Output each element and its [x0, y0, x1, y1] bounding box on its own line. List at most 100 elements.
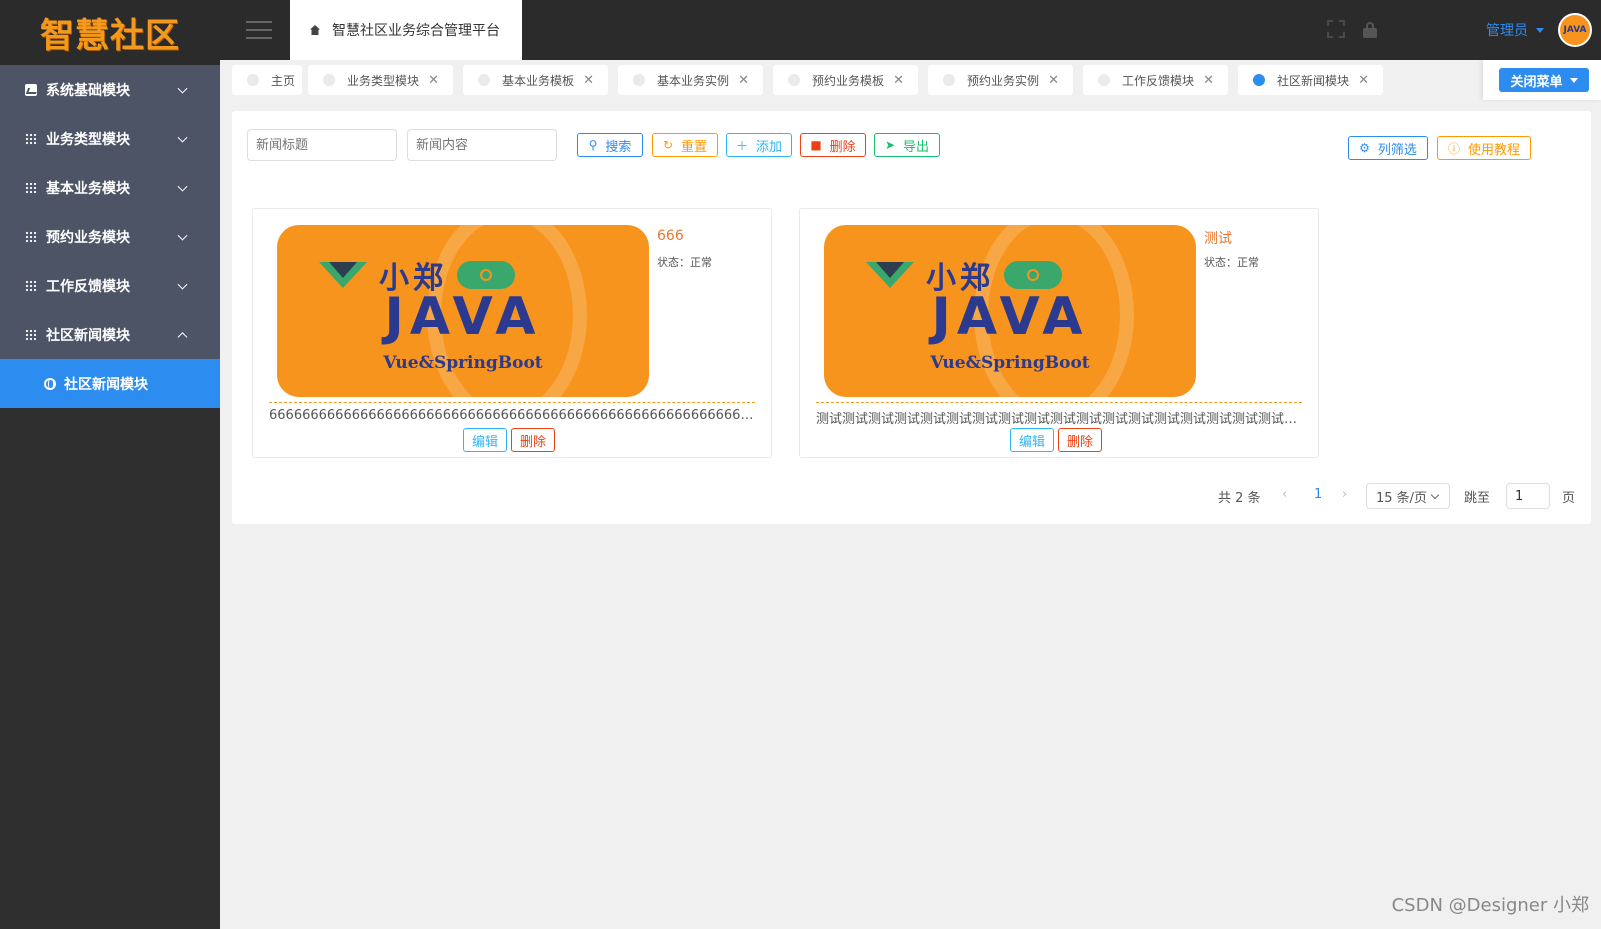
- divider: [816, 402, 1302, 403]
- tab-label: 预约业务实例: [967, 73, 1040, 88]
- page-size-select[interactable]: 15 条/页: [1366, 483, 1450, 509]
- sidebar-subitem-label: 社区新闻模块: [64, 376, 148, 393]
- lock-icon[interactable]: [1363, 22, 1377, 38]
- plus-icon: ＋: [735, 138, 748, 153]
- tab-dot-icon: [1098, 74, 1110, 86]
- news-status: 状态：正常: [657, 256, 712, 269]
- close-icon[interactable]: ✕: [1048, 73, 1059, 88]
- close-icon[interactable]: ✕: [583, 73, 594, 88]
- news-card: 小郑 JAVA Vue&SpringBoot 666 状态：正常 6666666…: [252, 208, 772, 458]
- sidebar-item-business-type[interactable]: 业务类型模块: [0, 114, 220, 163]
- delete-button[interactable]: ■ 删除: [800, 133, 866, 157]
- tab-dot-icon: [478, 74, 490, 86]
- goto-page-input[interactable]: 1: [1506, 483, 1550, 509]
- tab-label: 社区新闻模块: [1277, 73, 1350, 88]
- avatar[interactable]: JAVA: [1558, 13, 1592, 47]
- sidebar-menu: 系统基础模块 业务类型模块 基本业务模块 预约业务模块 工作反馈模块 社区新闻模…: [0, 65, 220, 359]
- search-button-label: 搜索: [605, 139, 632, 155]
- close-icon[interactable]: ✕: [893, 73, 904, 88]
- sidebar-item-label: 预约业务模块: [46, 229, 130, 246]
- tab-basic-template[interactable]: 基本业务模板 ✕: [463, 65, 608, 95]
- page-suffix-label: 页: [1562, 491, 1576, 506]
- search-icon: ⚲: [588, 138, 598, 152]
- news-image: 小郑 JAVA Vue&SpringBoot: [824, 225, 1196, 397]
- sidebar-item-label: 系统基础模块: [46, 82, 130, 99]
- close-icon[interactable]: ✕: [1203, 73, 1214, 88]
- refresh-icon: ↻: [662, 138, 674, 152]
- tab-reservation-template[interactable]: 预约业务模板 ✕: [773, 65, 918, 95]
- card-delete-button[interactable]: 删除: [511, 428, 555, 452]
- top-header: 智慧社区业务综合管理平台 管理员 JAVA: [220, 0, 1601, 60]
- sidebar-item-reservation[interactable]: 预约业务模块: [0, 212, 220, 261]
- news-card: 小郑 JAVA Vue&SpringBoot 测试 状态：正常 测试测试测试测试…: [799, 208, 1319, 458]
- news-content-input[interactable]: [407, 129, 557, 161]
- power-icon: [457, 261, 515, 289]
- user-name: 管理员: [1486, 23, 1528, 39]
- column-filter-label: 列筛选: [1377, 142, 1417, 158]
- tabs-bar: 主页 业务类型模块 ✕ 基本业务模板 ✕ 基本业务实例 ✕ 预约业务模板 ✕ 预…: [220, 60, 1601, 100]
- fullscreen-icon[interactable]: [1327, 20, 1345, 38]
- add-button-label: 添加: [756, 139, 783, 155]
- sidebar-item-system-basic[interactable]: 系统基础模块: [0, 65, 220, 114]
- close-icon[interactable]: ✕: [1358, 73, 1369, 88]
- chevron-up-icon: [177, 331, 188, 342]
- tab-label: 基本业务模板: [502, 73, 575, 88]
- chevron-down-icon: [1430, 490, 1440, 500]
- question-icon: ⓘ: [1447, 141, 1460, 156]
- image-text-java: JAVA: [931, 287, 1089, 347]
- pagination-page-1[interactable]: 1: [1314, 487, 1322, 502]
- close-icon[interactable]: ✕: [738, 73, 749, 88]
- edit-button[interactable]: 编辑: [1010, 428, 1054, 452]
- tab-basic-instance[interactable]: 基本业务实例 ✕: [618, 65, 763, 95]
- globe-icon: [44, 377, 56, 390]
- edit-button[interactable]: 编辑: [463, 428, 507, 452]
- sidebar-item-basic-business[interactable]: 基本业务模块: [0, 163, 220, 212]
- search-button[interactable]: ⚲ 搜索: [577, 133, 643, 157]
- avatar-text: JAVA: [1563, 25, 1587, 35]
- chart-icon: [25, 83, 37, 96]
- pagination-prev-icon[interactable]: ‹: [1282, 487, 1287, 502]
- close-menu-button[interactable]: 关闭菜单: [1499, 68, 1589, 92]
- vue-logo-icon: [319, 262, 367, 288]
- app-logo: 智慧社区: [0, 0, 220, 65]
- reset-button[interactable]: ↻ 重置: [652, 133, 718, 157]
- platform-title-tab[interactable]: 智慧社区业务综合管理平台: [290, 0, 522, 60]
- logo-text: 智慧社区: [40, 16, 180, 56]
- tab-label: 预约业务模板: [812, 73, 885, 88]
- card-delete-button[interactable]: 删除: [1058, 428, 1102, 452]
- tab-dot-icon: [247, 74, 259, 86]
- sidebar-subitem-community-news[interactable]: 社区新闻模块: [0, 359, 220, 408]
- tab-dot-icon: [323, 74, 335, 86]
- tutorial-button[interactable]: ⓘ 使用教程: [1437, 136, 1531, 160]
- grid-icon: [25, 328, 37, 341]
- tab-dot-icon: [633, 74, 645, 86]
- news-title-input[interactable]: [247, 129, 397, 161]
- tab-business-type[interactable]: 业务类型模块 ✕: [308, 65, 453, 95]
- trash-icon: ■: [810, 138, 822, 152]
- tab-community-news[interactable]: 社区新闻模块 ✕: [1238, 65, 1383, 95]
- sidebar-item-feedback[interactable]: 工作反馈模块: [0, 261, 220, 310]
- grid-icon: [25, 181, 37, 194]
- tab-dot-icon: [788, 74, 800, 86]
- news-title: 测试: [1204, 231, 1232, 247]
- news-content: 6666666666666666666666666666666666666666…: [269, 408, 755, 423]
- column-filter-button[interactable]: ⚙ 列筛选: [1348, 136, 1428, 160]
- tab-feedback[interactable]: 工作反馈模块 ✕: [1083, 65, 1228, 95]
- chevron-down-icon: [177, 83, 188, 94]
- export-button[interactable]: ➤ 导出: [874, 133, 940, 157]
- tab-dot-icon: [943, 74, 955, 86]
- tab-home[interactable]: 主页: [232, 65, 302, 95]
- tab-reservation-instance[interactable]: 预约业务实例 ✕: [928, 65, 1073, 95]
- pagination-next-icon[interactable]: ›: [1342, 487, 1347, 502]
- user-menu[interactable]: 管理员: [1486, 0, 1544, 60]
- close-icon[interactable]: ✕: [428, 73, 439, 88]
- menu-toggle-icon[interactable]: [246, 21, 272, 39]
- sidebar-item-label: 工作反馈模块: [46, 278, 130, 295]
- sidebar-item-community-news[interactable]: 社区新闻模块: [0, 310, 220, 359]
- add-button[interactable]: ＋ 添加: [726, 133, 792, 157]
- sidebar-item-label: 社区新闻模块: [46, 327, 130, 344]
- gear-icon: ⚙: [1359, 141, 1370, 155]
- power-icon: [1004, 261, 1062, 289]
- tutorial-label: 使用教程: [1468, 142, 1521, 158]
- chevron-down-icon: [177, 230, 188, 241]
